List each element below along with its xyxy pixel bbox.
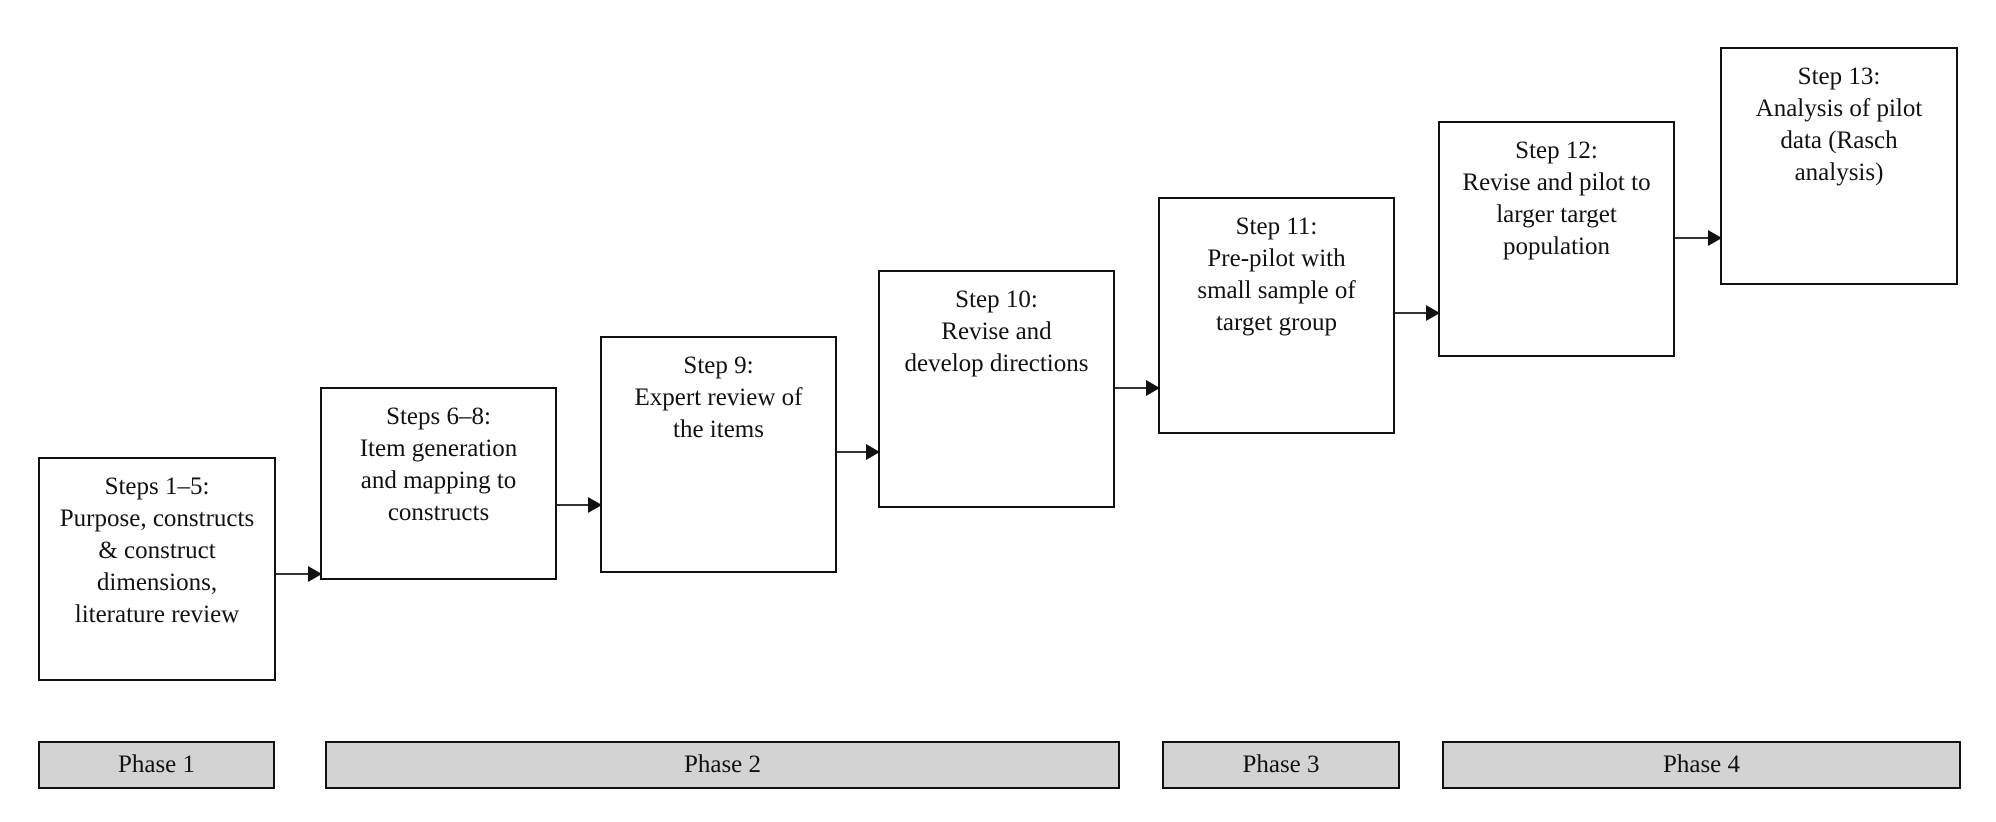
step-text: population — [1503, 233, 1610, 260]
step-box-3: Step 9: Expert review of the items — [600, 336, 837, 573]
step-text: & construct — [98, 537, 216, 564]
arrow-5-6 — [1395, 305, 1440, 321]
step-text: data (Rasch — [1780, 127, 1898, 154]
step-text: larger target — [1496, 201, 1617, 228]
step-text: Revise and pilot to — [1462, 169, 1651, 196]
phase-bar-1: Phase 1 — [38, 741, 275, 789]
step-text: dimensions, — [96, 569, 218, 596]
phase-label: Phase 3 — [1242, 751, 1320, 778]
step-text: literature review — [74, 601, 240, 628]
arrow-3-4 — [837, 444, 880, 460]
phase-bar-3: Phase 3 — [1162, 741, 1400, 789]
step-title: Step 12: — [1515, 137, 1598, 164]
step-text: Expert review of — [634, 384, 803, 411]
step-text: constructs — [387, 499, 490, 526]
step-title: Step 11: — [1235, 213, 1318, 240]
arrow-4-5 — [1115, 380, 1160, 396]
step-text: Pre-pilot with — [1207, 245, 1346, 272]
step-text: the items — [673, 416, 764, 443]
phase-bar-2: Phase 2 — [325, 741, 1120, 789]
step-text: Item generation — [359, 435, 518, 462]
step-title: Step 9: — [683, 352, 754, 379]
arrow-1-2 — [276, 566, 322, 582]
phase-bar-4: Phase 4 — [1442, 741, 1961, 789]
step-text: Analysis of pilot — [1755, 95, 1923, 122]
step-box-7: Step 13: Analysis of pilot data (Rasch a… — [1720, 47, 1958, 285]
step-title: Steps 1–5: — [104, 473, 210, 500]
step-title: Step 10: — [955, 286, 1038, 313]
step-text: small sample of — [1197, 277, 1356, 304]
step-text: Revise and — [941, 318, 1052, 345]
step-box-4: Step 10: Revise and develop directions — [878, 270, 1115, 508]
arrow-6-7 — [1675, 230, 1722, 246]
step-box-5: Step 11: Pre-pilot with small sample of … — [1158, 197, 1395, 434]
arrow-2-3 — [557, 497, 602, 513]
phase-label: Phase 1 — [117, 751, 196, 778]
step-text: develop directions — [904, 350, 1089, 377]
step-title: Steps 6–8: — [386, 403, 491, 430]
step-title: Step 13: — [1797, 63, 1881, 90]
step-text: target group — [1215, 309, 1338, 336]
phase-label: Phase 4 — [1662, 751, 1741, 778]
step-text: analysis) — [1794, 159, 1884, 186]
step-box-6: Step 12: Revise and pilot to larger targ… — [1438, 121, 1675, 357]
step-text: and mapping to — [360, 467, 517, 494]
phase-label: Phase 2 — [683, 751, 762, 778]
step-box-1: Steps 1–5: Purpose, constructs & constru… — [38, 457, 276, 681]
step-box-2: Steps 6–8: Item generation and mapping t… — [320, 387, 557, 580]
step-text: Purpose, constructs — [59, 505, 255, 532]
